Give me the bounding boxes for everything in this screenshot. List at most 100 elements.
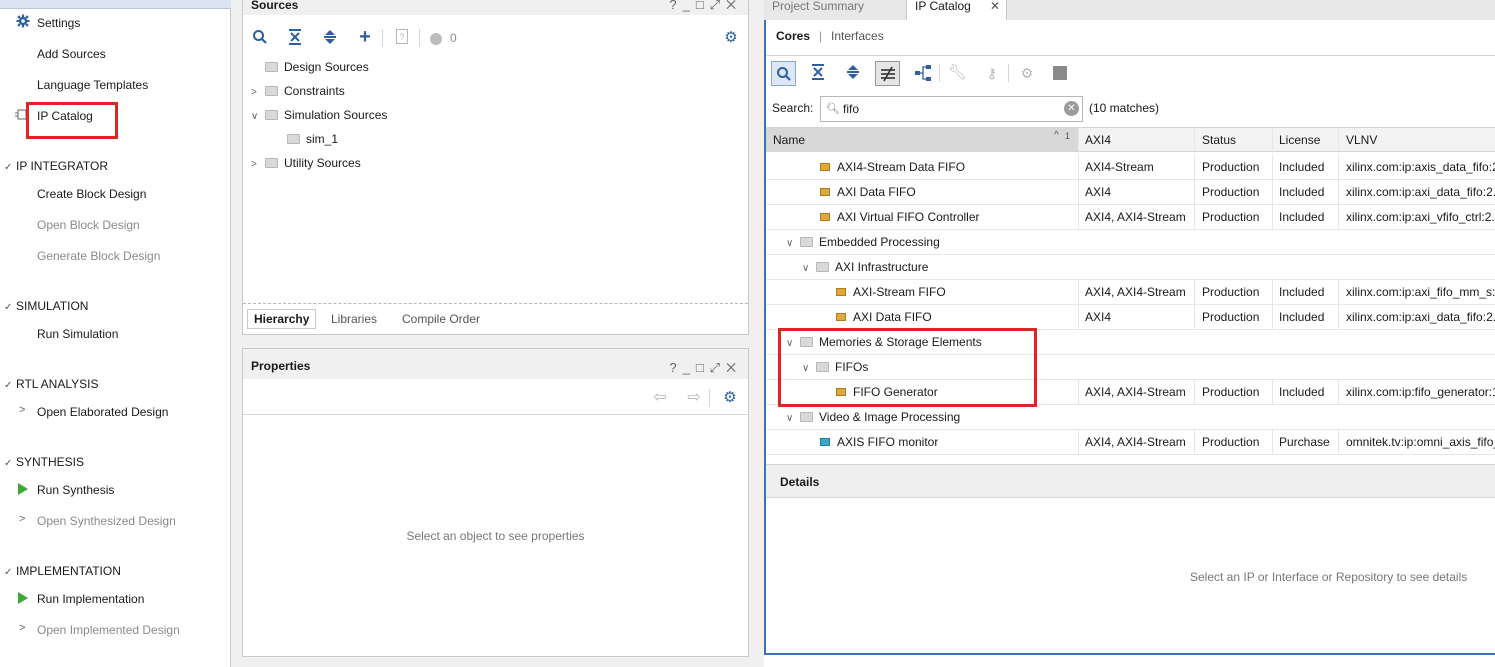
nav-run-synthesis[interactable]: Run Synthesis <box>37 483 114 497</box>
chevron-right-icon[interactable]: > <box>251 87 265 98</box>
chevron-right-icon[interactable]: > <box>19 404 25 416</box>
key-icon[interactable]: ⚷ <box>983 64 1001 82</box>
column-divider <box>1338 430 1339 455</box>
nav-open-synthesized-design[interactable]: Open Synthesized Design <box>37 514 176 528</box>
table-row[interactable]: AXI Virtual FIFO Controller AXI4, AXI4-S… <box>766 205 1495 230</box>
window-controls[interactable]: ?_□⤢✕ <box>669 0 742 13</box>
window-controls[interactable]: ?_□⤢✕ <box>669 360 742 376</box>
highlight-box <box>778 328 1037 407</box>
column-header-license[interactable]: License <box>1279 133 1320 147</box>
column-header-name[interactable]: Name ^ 1 <box>766 128 1078 151</box>
expand-all-icon[interactable] <box>321 29 339 47</box>
wrench-icon[interactable]: 🔧︎ <box>948 64 967 82</box>
gear-icon[interactable]: ⚙ <box>722 29 740 47</box>
ip-license: Included <box>1279 185 1325 199</box>
ip-status: Production <box>1202 210 1260 224</box>
sources-panel-header: Sources ?_□⤢✕ <box>243 0 748 15</box>
subtab-cores[interactable]: Cores <box>776 29 810 43</box>
nav-settings[interactable]: Settings <box>37 16 80 30</box>
group-by-button[interactable] <box>875 61 900 86</box>
column-header-axi4[interactable]: AXI4 <box>1085 133 1111 147</box>
chevron-right-icon[interactable]: > <box>251 159 265 170</box>
expand-all-icon[interactable] <box>844 64 862 82</box>
tab-compile-order[interactable]: Compile Order <box>402 312 480 326</box>
ip-core-icon <box>836 288 846 296</box>
search-input[interactable]: 🔍︎ fifo ✕ <box>820 96 1083 122</box>
section-ip-integrator[interactable]: ✓ IP INTEGRATOR <box>4 159 108 173</box>
section-implementation[interactable]: ✓ IMPLEMENTATION <box>4 564 121 578</box>
column-header-vlnv[interactable]: VLNV <box>1346 133 1377 147</box>
table-row-folder[interactable]: ∨ Embedded Processing <box>766 230 1495 255</box>
ip-core-icon <box>820 213 830 221</box>
ip-license: Included <box>1279 160 1325 174</box>
close-icon[interactable]: ✕ <box>990 0 1000 13</box>
column-divider <box>1338 305 1339 330</box>
gear-icon[interactable]: ⚙ <box>721 389 739 407</box>
ip-vlnv: omnitek.tv:ip:omni_axis_fifo_monitor:1.0 <box>1346 435 1495 449</box>
table-row-folder[interactable]: ∨ AXI Infrastructure <box>766 255 1495 280</box>
back-arrow-icon[interactable]: ⇦ <box>651 389 669 407</box>
nav-generate-block-design[interactable]: Generate Block Design <box>37 249 160 263</box>
column-divider <box>1194 380 1195 405</box>
column-divider <box>1272 128 1273 153</box>
column-divider <box>1078 380 1079 405</box>
ip-license: Included <box>1279 385 1325 399</box>
column-header-status[interactable]: Status <box>1202 133 1236 147</box>
folder-icon <box>265 110 278 120</box>
tab-hierarchy[interactable]: Hierarchy <box>247 309 317 329</box>
ip-name: AXI4-Stream Data FIFO <box>820 160 965 174</box>
tree-item-simulation-sources[interactable]: ∨ Simulation Sources <box>251 108 387 122</box>
chevron-right-icon[interactable]: > <box>19 513 25 525</box>
highlight-box <box>26 102 118 139</box>
collapse-all-icon[interactable] <box>286 29 304 47</box>
tab-libraries[interactable]: Libraries <box>331 312 377 326</box>
table-row[interactable]: AXI4-Stream Data FIFO AXI4-Stream Produc… <box>766 155 1495 180</box>
tree-item-sim-1[interactable]: sim_1 <box>287 132 338 146</box>
chevron-down-icon[interactable]: ∨ <box>786 238 800 249</box>
forward-arrow-icon[interactable]: ⇨ <box>685 389 703 407</box>
add-icon[interactable]: + <box>356 27 374 47</box>
subtab-interfaces[interactable]: Interfaces <box>831 29 884 43</box>
tab-project-summary[interactable]: Project Summary <box>764 0 906 20</box>
search-toggle-button[interactable] <box>771 61 796 86</box>
clear-search-icon[interactable]: ✕ <box>1064 101 1079 116</box>
column-divider <box>1272 380 1273 405</box>
nav-open-implemented-design[interactable]: Open Implemented Design <box>37 623 180 637</box>
search-icon[interactable] <box>251 29 269 47</box>
column-divider <box>1194 180 1195 205</box>
chevron-down-icon[interactable]: ∨ <box>786 413 800 424</box>
table-row[interactable]: AXI Data FIFO AXI4 Production Included x… <box>766 305 1495 330</box>
section-synthesis[interactable]: ✓ SYNTHESIS <box>4 455 84 469</box>
properties-icon[interactable]: ? <box>393 29 411 47</box>
section-rtl-analysis[interactable]: ✓ RTL ANALYSIS <box>4 377 98 391</box>
hierarchy-icon[interactable] <box>914 64 932 82</box>
nav-run-implementation[interactable]: Run Implementation <box>37 592 144 606</box>
collapse-all-icon[interactable] <box>809 64 827 82</box>
nav-open-block-design[interactable]: Open Block Design <box>37 218 140 232</box>
nav-add-sources[interactable]: Add Sources <box>37 47 106 61</box>
tree-item-utility-sources[interactable]: > Utility Sources <box>251 156 361 170</box>
table-row[interactable]: AXIS FIFO monitor AXI4, AXI4-Stream Prod… <box>766 430 1495 455</box>
nav-language-templates[interactable]: Language Templates <box>37 78 148 92</box>
svg-text:?: ? <box>400 32 405 42</box>
chevron-right-icon[interactable]: > <box>19 622 25 634</box>
table-row-folder[interactable]: ∨ Video & Image Processing <box>766 405 1495 430</box>
chevron-down-icon[interactable]: ∨ <box>251 111 265 122</box>
folder-icon <box>287 134 300 144</box>
section-simulation[interactable]: ✓ SIMULATION <box>4 299 88 313</box>
nav-run-simulation[interactable]: Run Simulation <box>37 327 118 341</box>
nav-create-block-design[interactable]: Create Block Design <box>37 187 146 201</box>
table-row[interactable]: AXI-Stream FIFO AXI4, AXI4-Stream Produc… <box>766 280 1495 305</box>
tree-item-design-sources[interactable]: Design Sources <box>265 60 369 74</box>
tab-ip-catalog[interactable]: IP Catalog ✕ <box>906 0 1007 20</box>
column-divider <box>1078 155 1079 180</box>
ip-status: Production <box>1202 385 1260 399</box>
table-row[interactable]: AXI Data FIFO AXI4 Production Included x… <box>766 180 1495 205</box>
stop-icon[interactable] <box>1053 66 1067 80</box>
chevron-down-icon[interactable]: ∨ <box>802 263 816 274</box>
column-divider <box>1272 205 1273 230</box>
toolbar-separator <box>709 389 710 407</box>
chip-settings-icon[interactable]: ⚙ <box>1018 64 1036 82</box>
nav-open-elaborated-design[interactable]: Open Elaborated Design <box>37 405 168 419</box>
tree-item-constraints[interactable]: > Constraints <box>251 84 345 98</box>
